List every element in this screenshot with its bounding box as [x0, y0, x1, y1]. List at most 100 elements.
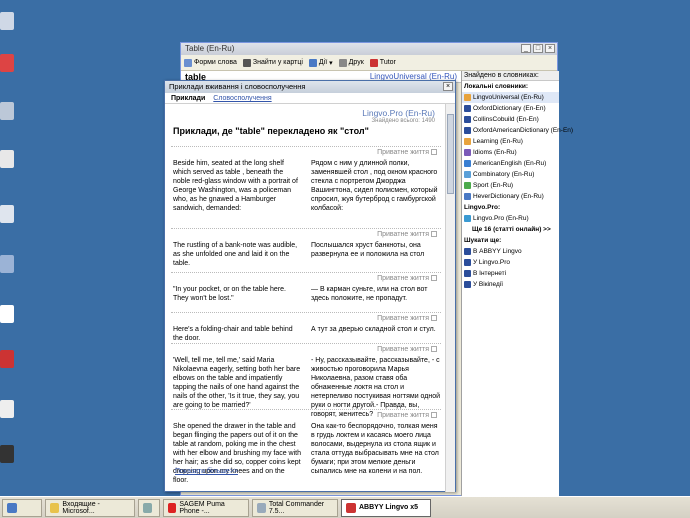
actions-icon — [308, 58, 317, 67]
taskbar-item[interactable]: Total Commander 7.5... — [252, 498, 338, 517]
actions-label: Дії — [318, 59, 328, 66]
total-commander-icon — [257, 502, 266, 513]
local-dicts-section: Локальні словники: — [464, 83, 529, 90]
maximize-button[interactable]: □ — [533, 44, 543, 53]
search-icon — [464, 259, 471, 266]
tutor-label: Tutor — [379, 59, 396, 66]
example-entry: Приватне життя The rustling of a bank-no… — [171, 228, 441, 272]
book-icon — [464, 138, 471, 145]
dict-item[interactable]: Learning (En-Ru) — [462, 136, 559, 147]
show-more-link[interactable]: Показати більше>> — [175, 468, 238, 475]
expand-icon[interactable] — [431, 315, 437, 322]
chevron-down-icon: ▾ — [329, 59, 333, 67]
dict-item[interactable]: Sport (En-Ru) — [462, 180, 559, 191]
entry-label: Приватне життя — [377, 149, 437, 156]
pro-dict-item[interactable]: Lingvo.Pro (En-Ru) — [462, 213, 559, 224]
dict-item[interactable]: AmericanEnglish (En-Ru) — [462, 158, 559, 169]
tutor-icon — [369, 58, 378, 67]
main-window-title: Table (En-Ru) — [185, 44, 235, 53]
main-window-titlebar[interactable]: Table (En-Ru) _ □ × — [181, 43, 557, 55]
desktop-icon-10[interactable] — [0, 445, 14, 463]
minimize-button[interactable]: _ — [521, 44, 531, 53]
expand-icon[interactable] — [431, 149, 437, 156]
desktop-icon-8[interactable] — [0, 350, 14, 368]
search-icon — [464, 270, 471, 277]
word-forms-button[interactable]: Форми слова — [184, 58, 237, 67]
folder-icon — [50, 502, 60, 513]
book-icon — [464, 193, 471, 200]
dict-item[interactable]: Idioms (En-Ru) — [462, 147, 559, 158]
search-icon — [464, 281, 471, 288]
search-icon — [464, 248, 471, 255]
search-more-item[interactable]: У Вікіпедії — [462, 279, 559, 290]
examples-tabs: Приклади Словосполучення — [165, 93, 455, 104]
expand-icon[interactable] — [431, 275, 437, 282]
binoculars-icon — [242, 58, 251, 67]
example-ru: Она как-то беспорядочно, толкая меня в г… — [311, 423, 439, 475]
dict-item[interactable]: Combinatory (En-Ru) — [462, 169, 559, 180]
taskbar-item-active[interactable]: ABBYY Lingvo x5 — [341, 498, 431, 517]
tutor-button[interactable]: Tutor — [369, 58, 396, 67]
dict-item[interactable]: OxfordDictionary (En-En) — [462, 103, 559, 114]
print-button[interactable]: Друк — [338, 58, 364, 67]
book-icon — [464, 171, 471, 178]
example-ru: Рядом с ним у длинной полки, заменявшей … — [311, 160, 438, 212]
dict-item[interactable]: OxfordAmericanDictionary (En-En) — [462, 125, 573, 136]
desktop-icon-7[interactable] — [0, 305, 14, 323]
example-entry: Приватне життя Here's a folding-chair an… — [171, 312, 441, 346]
taskbar-item[interactable]: SAGEM Puma Phone -... — [163, 498, 249, 517]
search-more-item[interactable]: В ABBYY Lingvo — [462, 246, 559, 257]
entry-label: Приватне життя — [377, 231, 437, 238]
close-button[interactable]: × — [545, 44, 555, 53]
entry-label: Приватне життя — [377, 315, 437, 322]
examples-titlebar[interactable]: Приклади вживання і словосполучення × — [165, 81, 455, 93]
examples-title: Приклади вживання і словосполучення — [169, 82, 306, 91]
scrollbar-thumb[interactable] — [447, 114, 454, 194]
desktop-icon-4[interactable] — [0, 150, 14, 168]
close-icon[interactable]: × — [443, 82, 453, 91]
find-in-card-label: Знайти у картці — [252, 59, 303, 66]
dict-item[interactable]: LingvoUniversal (En-Ru) — [462, 92, 559, 103]
entry-label: Приватне життя — [377, 412, 437, 419]
word-forms-label: Форми слова — [194, 59, 237, 66]
example-en: The rustling of a bank-note was audible,… — [173, 242, 298, 267]
entry-label: Приватне життя — [377, 346, 437, 353]
desktop-icon-6[interactable] — [0, 255, 14, 273]
taskbar-item[interactable] — [138, 498, 160, 517]
dict-item[interactable]: CollinsCobuild (En-En) — [462, 114, 559, 125]
examples-scrollbar[interactable] — [445, 104, 455, 492]
find-in-card-button[interactable]: Знайти у картці — [242, 58, 303, 67]
source-dictionary: Lingvo.Pro (En-Ru) — [362, 108, 435, 118]
expand-icon[interactable] — [431, 346, 437, 353]
dict-item[interactable]: HeverDictionary (En-Ru) — [462, 191, 559, 202]
entry-label: Приватне життя — [377, 275, 437, 282]
taskbar-item[interactable] — [2, 498, 42, 517]
book-icon — [464, 105, 471, 112]
desktop-icon-5[interactable] — [0, 205, 14, 223]
print-label: Друк — [348, 59, 364, 66]
search-more-item[interactable]: У Lingvo.Pro — [462, 257, 559, 268]
found-in-header: Знайдено в словниках: — [462, 71, 559, 81]
desktop-icon-9[interactable] — [0, 400, 14, 418]
expand-icon[interactable] — [431, 231, 437, 238]
taskbar-item[interactable]: Входящие - Microsof... — [45, 498, 135, 517]
desktop-icon-1[interactable] — [0, 12, 14, 30]
book-icon — [464, 182, 471, 189]
forms-icon — [184, 58, 192, 67]
search-more-item[interactable]: В Інтернеті — [462, 268, 559, 279]
example-en: "In your pocket, or on the table here. T… — [173, 286, 286, 302]
tab-collocations[interactable]: Словосполучення — [213, 93, 271, 103]
desktop-icon-2[interactable] — [0, 54, 14, 72]
expand-icon[interactable] — [431, 412, 437, 419]
example-en: She opened the drawer in the table and b… — [173, 423, 302, 484]
app-icon — [7, 502, 17, 513]
examples-heading: Приклади, де "table" перекладено як "сто… — [173, 126, 369, 136]
taskbar: Входящие - Microsof... SAGEM Puma Phone … — [0, 496, 690, 518]
book-icon — [464, 149, 471, 156]
tab-examples[interactable]: Приклади — [171, 93, 205, 103]
globe-icon — [464, 215, 471, 222]
more-articles-link[interactable]: Ще 16 (статті онлайн) >> — [462, 224, 559, 235]
actions-dropdown[interactable]: Дії ▾ — [308, 58, 333, 67]
example-en: Here's a folding-chair and table behind … — [173, 326, 293, 342]
desktop-icon-3[interactable] — [0, 102, 14, 120]
